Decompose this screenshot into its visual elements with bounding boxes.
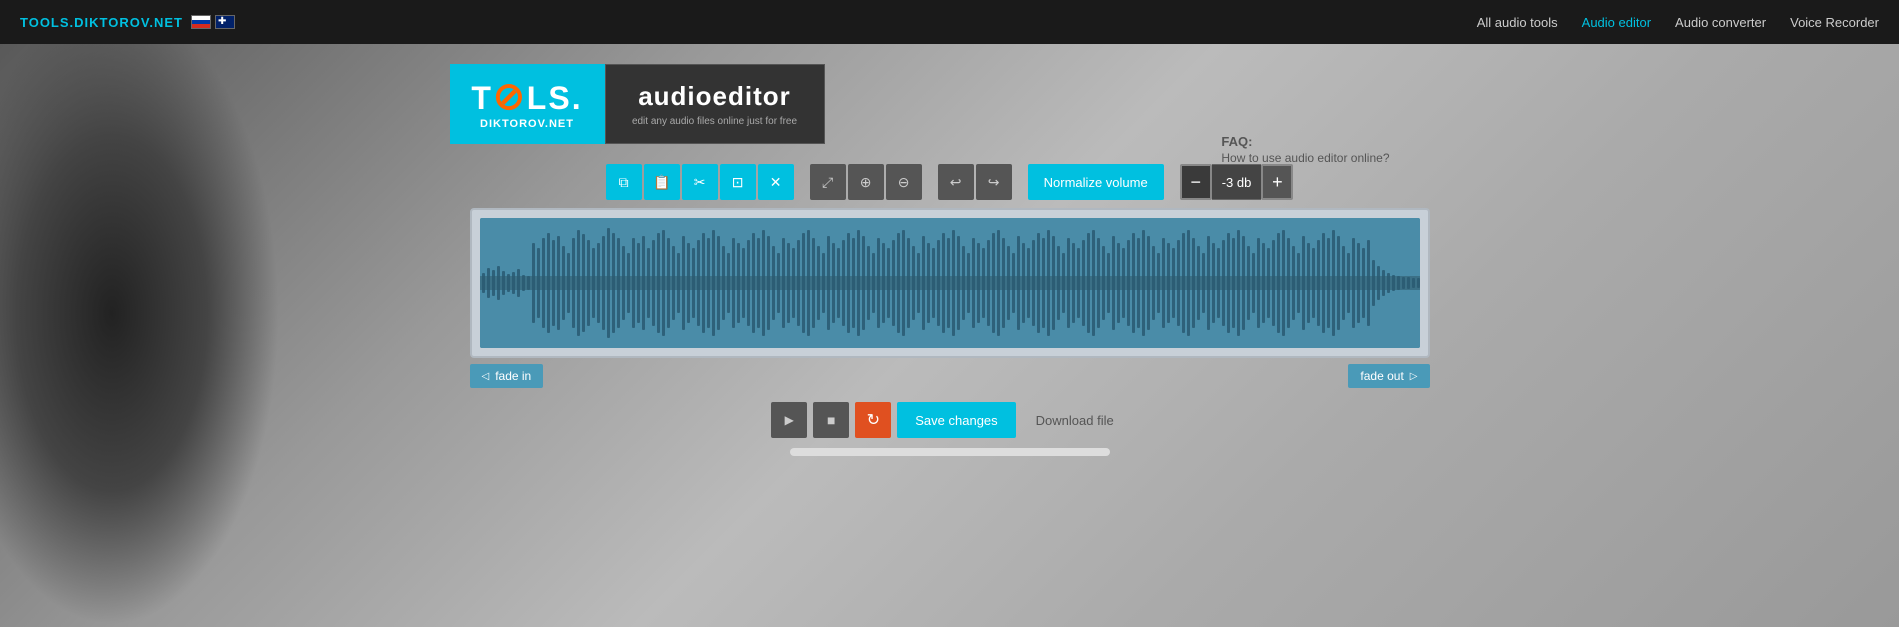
zoom-out-icon: ⊖ bbox=[898, 174, 910, 191]
plus-icon: + bbox=[1272, 172, 1283, 193]
fade-in-arrow-icon: ◁ bbox=[482, 371, 490, 382]
faq-link[interactable]: How to use audio editor online? bbox=[1221, 151, 1389, 165]
refresh-btn[interactable]: ↻ bbox=[855, 402, 891, 438]
undo-icon: ↩ bbox=[950, 174, 962, 191]
waveform-svg bbox=[480, 218, 1420, 348]
topbar-logo[interactable]: TOOLS.DIKTOROV.NET bbox=[20, 15, 183, 30]
file-icon: 📋 bbox=[653, 174, 670, 191]
topbar-nav: All audio tools Audio editor Audio conve… bbox=[1477, 15, 1879, 30]
nav-voice-recorder[interactable]: Voice Recorder bbox=[1790, 15, 1879, 30]
fade-in-label: fade in bbox=[495, 369, 531, 383]
main-content: T⊘LS. DIKTOROV.NET audioeditor edit any … bbox=[0, 44, 1899, 456]
topbar-logo-text: TOOLS.DIKTOROV.NET bbox=[20, 15, 183, 30]
db-control: − -3 db + bbox=[1180, 164, 1294, 200]
zoom-in-icon: ⊕ bbox=[860, 174, 872, 191]
db-minus-btn[interactable]: − bbox=[1180, 164, 1212, 200]
stop-btn[interactable]: ■ bbox=[813, 402, 849, 438]
faq-area: FAQ: How to use audio editor online? bbox=[1221, 134, 1389, 167]
flag-ru-icon[interactable] bbox=[191, 15, 211, 29]
progress-bar-container bbox=[790, 448, 1110, 456]
db-value: -3 db bbox=[1212, 164, 1262, 200]
waveform-inner[interactable] bbox=[480, 218, 1420, 348]
copy-icon: ⧉ bbox=[619, 174, 629, 191]
zoom-out-btn[interactable]: ⊖ bbox=[886, 164, 922, 200]
editor-title-bold: editor bbox=[713, 81, 791, 111]
header-row: T⊘LS. DIKTOROV.NET audioeditor edit any … bbox=[450, 64, 1450, 144]
stop-icon: ■ bbox=[827, 412, 835, 428]
trim-icon: ⊡ bbox=[732, 174, 744, 191]
fade-out-arrow-icon: ▷ bbox=[1410, 371, 1418, 382]
nav-audio-editor[interactable]: Audio editor bbox=[1582, 15, 1651, 30]
save-changes-btn[interactable]: Save changes bbox=[897, 402, 1015, 438]
play-btn[interactable]: ▶ bbox=[771, 402, 807, 438]
logo-slash: ⊘ bbox=[493, 76, 527, 118]
logo-diktorov: DIKTOROV.NET bbox=[480, 118, 574, 130]
zoom-fit-btn[interactable]: ⤢ bbox=[810, 164, 846, 200]
fade-row: ◁ fade in fade out ▷ bbox=[470, 364, 1430, 388]
play-icon: ▶ bbox=[785, 413, 794, 427]
delete-btn[interactable]: ✕ bbox=[758, 164, 794, 200]
delete-icon: ✕ bbox=[770, 174, 782, 191]
toolbar: ⧉ 📋 ✂ ⊡ ✕ ⤢ ⊕ ⊖ bbox=[606, 164, 1294, 200]
nav-audio-converter[interactable]: Audio converter bbox=[1675, 15, 1766, 30]
download-file-btn[interactable]: Download file bbox=[1022, 402, 1128, 438]
editor-title-box: audioeditor edit any audio files online … bbox=[605, 64, 825, 144]
nav-all-audio-tools[interactable]: All audio tools bbox=[1477, 15, 1558, 30]
minus-icon: − bbox=[1190, 172, 1201, 193]
zoom-in-btn[interactable]: ⊕ bbox=[848, 164, 884, 200]
edit-tools-group: ⧉ 📋 ✂ ⊡ ✕ bbox=[606, 164, 794, 200]
normalize-volume-btn[interactable]: Normalize volume bbox=[1028, 164, 1164, 200]
zoom-tools-group: ⤢ ⊕ ⊖ bbox=[810, 164, 922, 200]
redo-btn[interactable]: ↪ bbox=[976, 164, 1012, 200]
faq-label: FAQ: bbox=[1221, 134, 1389, 149]
flag-icons bbox=[191, 15, 235, 29]
fade-in-btn[interactable]: ◁ fade in bbox=[470, 364, 544, 388]
fade-out-btn[interactable]: fade out ▷ bbox=[1348, 364, 1429, 388]
scissors-icon: ✂ bbox=[694, 174, 706, 191]
playback-row: ▶ ■ ↻ Save changes Download file bbox=[771, 402, 1127, 438]
editor-title-main: audioeditor bbox=[638, 81, 791, 112]
logo-box: T⊘LS. DIKTOROV.NET bbox=[450, 64, 605, 144]
cut-btn[interactable]: ✂ bbox=[682, 164, 718, 200]
logo-text-tools: T⊘LS. bbox=[471, 78, 582, 116]
copy-btn[interactable]: ⧉ bbox=[606, 164, 642, 200]
logo-area: T⊘LS. DIKTOROV.NET audioeditor edit any … bbox=[450, 64, 825, 144]
new-btn[interactable]: 📋 bbox=[644, 164, 680, 200]
editor-subtitle: edit any audio files online just for fre… bbox=[632, 116, 797, 127]
undo-btn[interactable]: ↩ bbox=[938, 164, 974, 200]
undo-redo-group: ↩ ↪ bbox=[938, 164, 1012, 200]
waveform-container[interactable] bbox=[470, 208, 1430, 358]
db-plus-btn[interactable]: + bbox=[1261, 164, 1293, 200]
redo-icon: ↪ bbox=[988, 174, 1000, 191]
topbar: TOOLS.DIKTOROV.NET All audio tools Audio… bbox=[0, 0, 1899, 44]
flag-en-icon[interactable] bbox=[215, 15, 235, 29]
fade-out-label: fade out bbox=[1360, 369, 1403, 383]
refresh-icon: ↻ bbox=[867, 410, 880, 430]
trim-btn[interactable]: ⊡ bbox=[720, 164, 756, 200]
fit-icon: ⤢ bbox=[822, 174, 833, 191]
editor-title-prefix: audio bbox=[638, 81, 712, 111]
